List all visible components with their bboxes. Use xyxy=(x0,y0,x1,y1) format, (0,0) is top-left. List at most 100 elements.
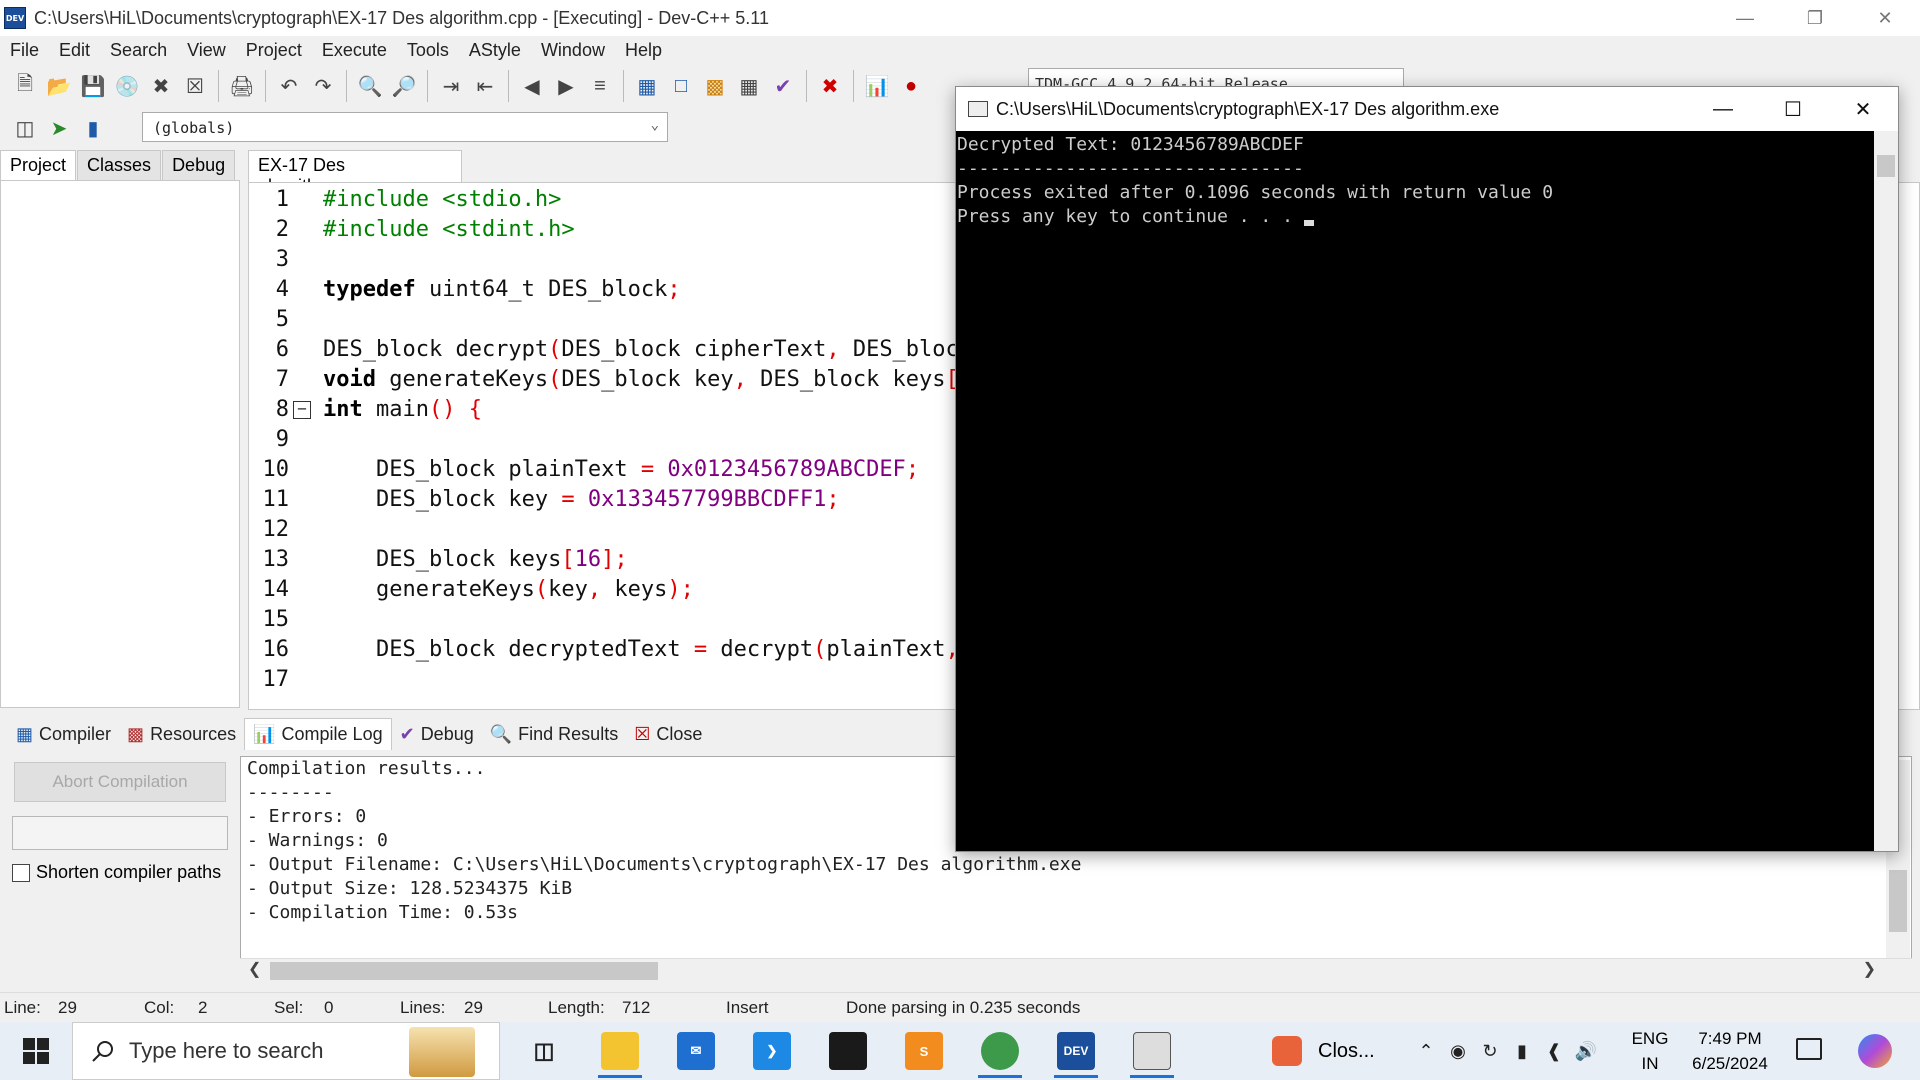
insert-icon[interactable]: ➤ xyxy=(44,113,74,143)
goto-line-icon[interactable]: ≡ xyxy=(585,71,615,101)
notification-sync-icon[interactable]: ↻ xyxy=(1474,1041,1506,1062)
taskbar-sublime[interactable]: S xyxy=(886,1022,962,1080)
taskbar-mail[interactable]: ✉ xyxy=(658,1022,734,1080)
new-file-icon[interactable]: 🗎 xyxy=(10,71,40,101)
wifi-icon[interactable]: ❰ xyxy=(1538,1041,1570,1062)
taskbar-console[interactable] xyxy=(1114,1022,1190,1080)
menu-help[interactable]: Help xyxy=(615,40,672,61)
menu-file[interactable]: File xyxy=(0,40,49,61)
debug-bug-icon[interactable]: ● xyxy=(896,71,926,101)
taskbar-vscode[interactable]: ❯ xyxy=(734,1022,810,1080)
print-icon[interactable]: 🖨 xyxy=(227,71,257,101)
console-app-icon xyxy=(968,101,988,117)
taskbar-search-box[interactable]: Type here to search xyxy=(72,1022,500,1080)
find-icon[interactable]: 🔍 xyxy=(355,71,385,101)
unindent-icon[interactable]: ⇤ xyxy=(470,71,500,101)
windows-taskbar: Type here to search ◫ ✉ ❯ S DEV Clos... … xyxy=(0,1022,1920,1080)
volume-icon[interactable]: 🔊 xyxy=(1570,1041,1602,1062)
console-window[interactable]: C:\Users\HiL\Documents\cryptograph\EX-17… xyxy=(955,86,1899,852)
close-window-button[interactable]: ✕ xyxy=(1850,0,1920,36)
console-close-button[interactable]: ✕ xyxy=(1828,87,1898,131)
menu-edit[interactable]: Edit xyxy=(49,40,100,61)
chart-icon[interactable]: 📊 xyxy=(862,71,892,101)
status-line-label: Line: xyxy=(4,998,41,1017)
restore-button[interactable]: ❐ xyxy=(1780,0,1850,36)
taskbar-mysql[interactable] xyxy=(810,1022,886,1080)
console-output[interactable]: Decrypted Text: 0123456789ABCDEF -------… xyxy=(956,131,1874,851)
taskbar-devcpp[interactable]: DEV xyxy=(1038,1022,1114,1080)
rebuild-all-icon[interactable]: ▦ xyxy=(734,71,764,101)
tab-debug[interactable]: Debug xyxy=(162,150,236,180)
replace-icon[interactable]: 🔎 xyxy=(389,71,419,101)
clock[interactable]: 7:49 PM 6/25/2024 xyxy=(1680,1026,1780,1076)
new-class-icon[interactable]: ◫ xyxy=(10,113,40,143)
menu-view[interactable]: View xyxy=(177,40,236,61)
scroll-right-icon[interactable]: ❯ xyxy=(1863,959,1876,979)
fold-toggle-icon[interactable]: − xyxy=(293,401,311,419)
console-titlebar[interactable]: C:\Users\HiL\Documents\cryptograph\EX-17… xyxy=(956,87,1898,131)
syntax-check-icon[interactable]: ✔ xyxy=(768,71,798,101)
menu-tools[interactable]: Tools xyxy=(397,40,459,61)
compile-icon[interactable]: ▦ xyxy=(632,71,662,101)
file-tab[interactable]: EX-17 Des algorithm.cpp xyxy=(248,150,462,196)
indent-icon[interactable]: ⇥ xyxy=(436,71,466,101)
redo-icon[interactable]: ↷ xyxy=(308,71,338,101)
tab-debug-bottom[interactable]: ✔ Debug xyxy=(392,718,482,750)
task-view-button[interactable]: ◫ xyxy=(506,1022,582,1080)
scroll-left-icon[interactable]: ❮ xyxy=(248,959,261,979)
save-icon[interactable]: 💾 xyxy=(78,71,108,101)
compile-run-icon[interactable]: ▩ xyxy=(700,71,730,101)
taskbar-file-explorer[interactable] xyxy=(582,1022,658,1080)
tab-find-results[interactable]: 🔍 Find Results xyxy=(482,718,626,750)
console-maximize-button[interactable]: ☐ xyxy=(1758,87,1828,131)
scope-select[interactable]: (globals) ⌄ xyxy=(142,112,668,142)
meet-now-icon[interactable]: ◉ xyxy=(1442,1041,1474,1062)
menu-window[interactable]: Window xyxy=(531,40,615,61)
log-vscroll-thumb[interactable] xyxy=(1889,870,1907,932)
language-indicator[interactable]: ENG IN xyxy=(1628,1026,1672,1076)
open-file-icon[interactable]: 📂 xyxy=(44,71,74,101)
abort-compilation-button[interactable]: Abort Compilation xyxy=(14,762,226,802)
window-titlebar[interactable]: DEV C:\Users\HiL\Documents\cryptograph\E… xyxy=(0,0,1920,36)
goto-bookmark-icon[interactable]: ▶ xyxy=(551,71,581,101)
chevron-down-icon[interactable]: ⌄ xyxy=(651,117,659,133)
tab-close[interactable]: ☒ Close xyxy=(626,718,710,750)
menu-astyle[interactable]: AStyle xyxy=(459,40,531,61)
notifications-icon[interactable] xyxy=(1796,1038,1822,1060)
main-toolbar: 🗎 📂 💾 💿 ✖ ☒ 🖨 ↶ ↷ 🔍 🔎 ⇥ ⇤ ◀ ▶ ≡ ▦ □ ▩ ▦ … xyxy=(8,66,928,106)
menu-search[interactable]: Search xyxy=(100,40,177,61)
tab-compile-log[interactable]: 📊 Compile Log xyxy=(244,718,392,750)
tab-project[interactable]: Project xyxy=(0,150,77,180)
log-horizontal-scrollbar[interactable]: ❮ ❯ xyxy=(240,958,1912,982)
tab-compiler[interactable]: ▦ Compiler xyxy=(8,718,119,750)
close-all-icon[interactable]: ☒ xyxy=(180,71,210,101)
console-vscroll-thumb[interactable] xyxy=(1877,155,1895,177)
taskbar-chrome[interactable] xyxy=(962,1022,1038,1080)
chevron-up-icon[interactable]: ⌃ xyxy=(1410,1041,1442,1062)
stop-execution-icon[interactable]: ✖ xyxy=(815,71,845,101)
search-icon xyxy=(92,1041,113,1062)
minimize-button[interactable]: — xyxy=(1710,0,1780,36)
text-cursor xyxy=(1303,220,1314,226)
battery-icon[interactable]: ▮ xyxy=(1506,1041,1538,1062)
toggle-bookmark-icon[interactable]: ◀ xyxy=(517,71,547,101)
save-all-icon[interactable]: 💿 xyxy=(112,71,142,101)
log-hscroll-thumb[interactable] xyxy=(270,962,658,980)
console-minimize-button[interactable]: — xyxy=(1688,87,1758,131)
shorten-paths-checkbox[interactable] xyxy=(12,863,30,882)
copilot-icon[interactable] xyxy=(1858,1034,1892,1068)
tab-classes[interactable]: Classes xyxy=(77,150,162,180)
undo-icon[interactable]: ↶ xyxy=(274,71,304,101)
project-browser[interactable] xyxy=(0,180,240,708)
shorten-paths-option[interactable]: Shorten compiler paths xyxy=(12,862,221,883)
run-icon[interactable]: □ xyxy=(666,71,696,101)
close-file-icon[interactable]: ✖ xyxy=(146,71,176,101)
menu-execute[interactable]: Execute xyxy=(312,40,397,61)
bookmark-icon[interactable]: ▮ xyxy=(78,113,108,143)
console-vertical-scrollbar[interactable] xyxy=(1874,131,1898,851)
task-view-icon: ◫ xyxy=(533,1038,555,1063)
menu-project[interactable]: Project xyxy=(236,40,312,61)
start-button[interactable] xyxy=(0,1022,72,1080)
tab-resources[interactable]: ▩ Resources xyxy=(119,718,244,750)
taskbar-running-task[interactable]: Clos... xyxy=(1272,1022,1375,1080)
